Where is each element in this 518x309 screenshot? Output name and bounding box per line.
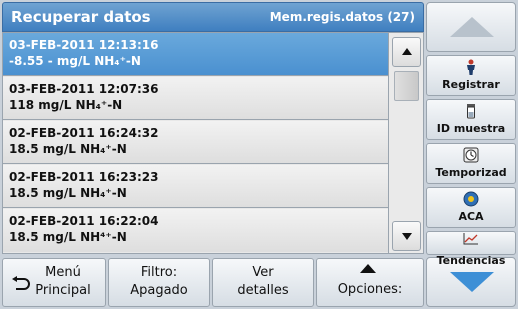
filter-button[interactable]: Filtro: Apagado <box>108 258 210 307</box>
arrow-up-icon <box>402 48 412 55</box>
list-item[interactable]: 02-FEB-2011 16:22:04 18.5 mg/L NH⁴⁺-N <box>3 209 388 252</box>
aca-button[interactable]: ACA <box>426 187 516 228</box>
list-item[interactable]: 03-FEB-2011 12:13:16 -8.55 - mg/L NH₄⁺-N <box>3 33 388 76</box>
vial-icon <box>427 102 515 120</box>
options-button[interactable]: Opciones: <box>316 258 424 307</box>
scroll-down-button[interactable] <box>392 221 421 251</box>
list-item[interactable]: 03-FEB-2011 12:07:36 118 mg/L NH₄⁺-N <box>3 77 388 120</box>
scrollbar[interactable] <box>388 33 423 253</box>
record-datetime: 03-FEB-2011 12:13:16 <box>9 38 159 52</box>
record-list: 03-FEB-2011 12:13:16 -8.55 - mg/L NH₄⁺-N… <box>2 32 424 254</box>
timer-label: Temporizad <box>435 166 507 179</box>
record-datetime: 02-FEB-2011 16:24:32 <box>9 126 159 140</box>
page-up-icon <box>450 17 494 37</box>
scroll-thumb[interactable] <box>394 71 419 101</box>
bottom-toolbar: Menú Principal Filtro: Apagado Ver detal… <box>2 258 424 307</box>
page-up-button[interactable] <box>426 2 516 52</box>
view-details-button[interactable]: Ver detalles <box>212 258 314 307</box>
timer-button[interactable]: Temporizad <box>426 143 516 184</box>
filter-label-2: Apagado <box>130 283 188 298</box>
registrar-button[interactable]: Registrar <box>426 55 516 96</box>
aca-label: ACA <box>458 210 484 223</box>
options-label: Opciones: <box>337 282 403 297</box>
page-down-icon <box>450 272 494 292</box>
title-bar: Recuperar datos Mem.regis.datos (27) <box>2 2 424 32</box>
record-datetime: 03-FEB-2011 12:07:36 <box>9 82 159 96</box>
screen: Recuperar datos Mem.regis.datos (27) 03-… <box>0 0 518 309</box>
main-menu-label-2: Principal <box>35 283 91 298</box>
sample-id-label: ID muestra <box>436 122 506 135</box>
person-icon <box>427 58 515 76</box>
record-value: -8.55 - mg/L NH₄⁺-N <box>9 54 141 68</box>
main-menu-label-1: Menú <box>45 265 81 280</box>
details-label-1: Ver <box>252 265 274 280</box>
chart-icon <box>427 232 515 246</box>
record-value: 18.5 mg/L NH⁴⁺-N <box>9 230 127 244</box>
list-item[interactable]: 02-FEB-2011 16:23:23 18.5 mg/L NH₄⁺-N <box>3 165 388 208</box>
arrow-down-icon <box>402 233 412 240</box>
timer-icon <box>427 146 515 164</box>
registrar-label: Registrar <box>442 78 500 91</box>
record-value: 18.5 mg/L NH₄⁺-N <box>9 186 127 200</box>
aca-icon <box>427 190 515 208</box>
filter-label-1: Filtro: <box>140 265 178 280</box>
sample-id-button[interactable]: ID muestra <box>426 99 516 140</box>
trends-label: Tendencias <box>436 254 506 267</box>
record-value: 18.5 mg/L NH₄⁺-N <box>9 142 127 156</box>
list-item[interactable]: 02-FEB-2011 16:24:32 18.5 mg/L NH₄⁺-N <box>3 121 388 164</box>
main-menu-button[interactable]: Menú Principal <box>2 258 106 307</box>
scroll-up-button[interactable] <box>392 37 421 67</box>
arrow-up-icon <box>360 264 376 273</box>
record-datetime: 02-FEB-2011 16:23:23 <box>9 170 159 184</box>
record-value: 118 mg/L NH₄⁺-N <box>9 98 123 112</box>
trends-button[interactable] <box>426 231 516 255</box>
record-datetime: 02-FEB-2011 16:22:04 <box>9 214 159 228</box>
page-title: Recuperar datos <box>11 8 151 26</box>
details-label-2: detalles <box>237 283 289 298</box>
record-count: Mem.regis.datos (27) <box>269 10 415 24</box>
